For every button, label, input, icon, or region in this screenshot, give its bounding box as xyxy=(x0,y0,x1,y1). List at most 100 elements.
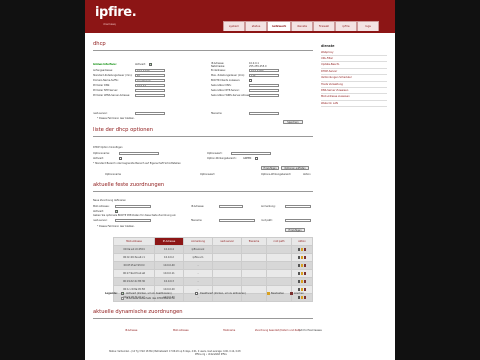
tagline: dnsmasq xyxy=(103,22,116,26)
option-value-label: Optionswert: xyxy=(207,152,223,155)
save-button[interactable]: Speichern xyxy=(283,120,303,125)
add-option-button[interactable]: Hinzufügen xyxy=(261,166,279,171)
lease-next-server-label: next-server: xyxy=(93,219,108,222)
domain-suffix-label: Domain-Name-Suffix: xyxy=(93,79,119,82)
delete-icon[interactable] xyxy=(303,264,307,267)
ntp2-input[interactable] xyxy=(249,88,279,93)
end-address-label: Endadresse: xyxy=(211,69,226,72)
ntp1-input[interactable] xyxy=(135,88,165,93)
cell-note: - xyxy=(183,277,213,286)
dns1-input[interactable]: 10.0.0.1 xyxy=(135,83,165,88)
lease-mac-input[interactable] xyxy=(115,204,151,209)
legend-edit-text: Bearbeiten xyxy=(271,292,285,295)
legend-label: Legende: xyxy=(105,292,118,295)
col-note[interactable]: Anmerkung xyxy=(183,237,213,246)
cell-filename xyxy=(241,261,267,270)
option-help-text: * Standard Bereich oder begrenzte Bereic… xyxy=(93,162,181,165)
cell-next-server xyxy=(212,245,242,254)
add-option-label: DHCP Option hinzufügen xyxy=(93,146,123,149)
wins2-input[interactable] xyxy=(249,93,279,98)
tab-netzwerk[interactable]: netzwerk xyxy=(267,21,291,31)
option-value-input[interactable] xyxy=(231,151,271,156)
cell-filename xyxy=(241,245,267,254)
next-server-input[interactable] xyxy=(135,111,165,116)
table-header-row: MAC-Adresse IP-Adresse Anmerkung next-se… xyxy=(113,237,313,246)
dyn-col-ip[interactable]: IP-Adresse xyxy=(125,329,137,332)
delete-icon[interactable] xyxy=(303,280,307,283)
green-enabled-label: Aktiviert: xyxy=(135,63,146,66)
table-row: 00:19:d2:4c:85:30 10.0.0.3 - xyxy=(113,277,313,286)
cell-root-path xyxy=(266,253,292,262)
lease-ip-input[interactable] xyxy=(219,204,243,209)
green-interface-label: Grünes Interface: xyxy=(93,63,117,66)
lease-note-label: Anmerkung: xyxy=(261,205,276,208)
cell-next-server xyxy=(212,269,242,278)
lease-next-server-input[interactable] xyxy=(115,218,151,223)
default-lease-input[interactable]: 60 xyxy=(135,73,165,78)
col-option-value: Optionswert xyxy=(200,173,215,176)
col-ip[interactable]: IP-Adresse xyxy=(154,237,184,246)
cell-mac: 00:19:d2:4c:85:30 xyxy=(113,277,155,286)
wins1-label: Primärer WINS-Server-Adresse: xyxy=(93,94,130,97)
option-scope-value: GREEN xyxy=(243,157,252,160)
dyn-col-expires[interactable]: Zuordnung beendet (Datum und Zeit) xyxy=(255,329,300,332)
dyn-col-mac[interactable]: MAC-Adresse xyxy=(173,329,189,332)
tab-firewall[interactable]: firewall xyxy=(313,21,335,31)
fixed-leases-title: aktuelle feste zuordnungen xyxy=(93,182,165,188)
table-row: 00:0f:1f:a2:93:0d 10.0.0.40 - xyxy=(113,261,313,270)
delete-icon[interactable] xyxy=(303,296,307,299)
cell-mac: 00:17:9a:03:a1:e6 xyxy=(113,269,155,278)
col-mac[interactable]: MAC-Adresse xyxy=(113,237,155,246)
domain-suffix-input[interactable]: localdomain xyxy=(135,78,165,83)
option-scope-label: Option-Wirkungsbereich: xyxy=(207,157,237,160)
tab-dienste[interactable]: dienste xyxy=(291,21,313,31)
lease-filename-label: filename: xyxy=(191,219,203,222)
bootp-label: BOOTP-Clients zulassen: xyxy=(211,79,241,82)
start-address-input[interactable]: 10.0.0.100 xyxy=(135,68,165,73)
delete-icon[interactable] xyxy=(303,272,307,275)
dynamic-separator xyxy=(93,318,313,319)
dns2-input[interactable] xyxy=(249,83,279,88)
delete-icon[interactable] xyxy=(303,256,307,259)
wins1-input[interactable] xyxy=(135,93,165,98)
dns2-label: Sekundärer DNS: xyxy=(211,84,232,87)
col-option-scope: Options-Wirkungsbereich xyxy=(261,173,291,176)
tab-logs[interactable]: logs xyxy=(357,21,379,31)
delete-icon[interactable] xyxy=(303,248,307,251)
fixed-separator xyxy=(93,191,313,192)
lease-filename-input[interactable] xyxy=(219,218,255,223)
col-next-server: next-server xyxy=(212,237,242,246)
option-enabled-label: Aktiviert: xyxy=(93,157,104,160)
end-address-input[interactable]: 10.0.0.200 xyxy=(249,68,279,73)
dhcp-separator xyxy=(93,50,313,51)
max-lease-input[interactable]: 120 xyxy=(249,73,279,78)
cell-note: - xyxy=(183,269,213,278)
green-enabled-checkbox[interactable]: ✓ xyxy=(149,62,152,66)
lease-enabled-checkbox[interactable]: ✓ xyxy=(115,209,118,213)
ntp1-label: Primärer NTP-Server: xyxy=(93,89,119,92)
cell-actions xyxy=(291,253,313,262)
dyn-col-hostname[interactable]: Hostname xyxy=(223,329,235,332)
tab-ipfire[interactable]: ipfire xyxy=(335,21,357,31)
option-enabled-checkbox[interactable] xyxy=(119,156,122,160)
option-scope-checkbox[interactable] xyxy=(255,156,258,160)
cell-actions xyxy=(291,245,313,254)
dns1-label: Primärer DNS: xyxy=(93,84,110,87)
add-lease-button[interactable]: Hinzufügen xyxy=(285,228,305,233)
cell-root-path xyxy=(266,269,292,278)
list-options-button[interactable]: Optionen auflisten xyxy=(281,166,309,171)
filename-label: filename: xyxy=(211,112,223,115)
bootp-checkbox[interactable] xyxy=(249,78,252,82)
sidebar-item-wake-on-lan[interactable]: Wake On LAN xyxy=(321,101,387,108)
lease-note-input[interactable] xyxy=(285,204,311,209)
lease-root-path-input[interactable] xyxy=(285,218,311,223)
tab-system[interactable]: system xyxy=(223,21,245,31)
filename-input[interactable] xyxy=(249,111,279,116)
cell-filename xyxy=(241,269,267,278)
tab-status[interactable]: status xyxy=(245,21,267,31)
delete-icon[interactable] xyxy=(303,288,307,291)
option-name-input[interactable] xyxy=(119,151,159,156)
cell-next-server xyxy=(212,277,242,286)
legend-enabled-text: Aktiviert (klicken, um zu deaktivieren) xyxy=(126,292,172,295)
cell-actions xyxy=(291,277,313,286)
